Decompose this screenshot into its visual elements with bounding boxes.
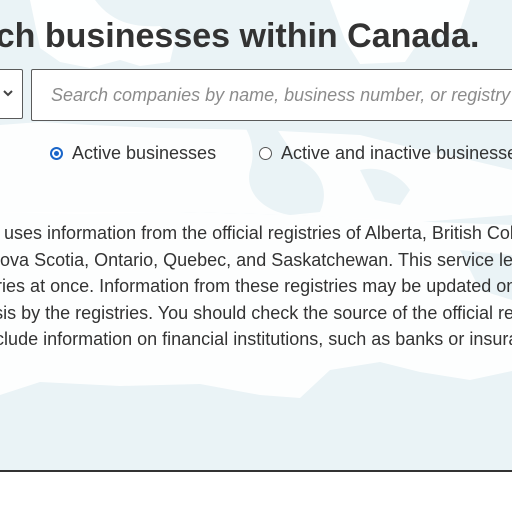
page: Search businesses within Canada. Active … [0, 0, 512, 512]
radio-active-businesses[interactable]: Active businesses [50, 141, 216, 165]
service-description: This service uses information from the o… [0, 220, 512, 353]
description-line: these registries at once. Information fr… [0, 276, 512, 296]
description-line: It doesn’t include information on financ… [0, 329, 512, 349]
description-line: Manitoba, Nova Scotia, Ontario, Quebec, … [0, 249, 512, 270]
radio-checked-icon[interactable] [50, 146, 63, 160]
search-input[interactable] [31, 69, 512, 121]
chevron-down-icon [3, 90, 13, 97]
radio-active-and-inactive-businesses[interactable]: Active and inactive businesses [259, 141, 512, 165]
registry-select[interactable] [0, 69, 23, 119]
page-title: Search businesses within Canada. [0, 17, 480, 55]
description-line: frequent basis by the registries. You sh… [0, 302, 512, 323]
description-line: This service uses information from the o… [0, 223, 512, 243]
radio-unchecked-icon[interactable] [259, 146, 272, 160]
radio-label-active: Active businesses [72, 142, 217, 163]
radio-label-active-inactive: Active and inactive businesses [281, 142, 512, 163]
section-divider [0, 470, 512, 472]
